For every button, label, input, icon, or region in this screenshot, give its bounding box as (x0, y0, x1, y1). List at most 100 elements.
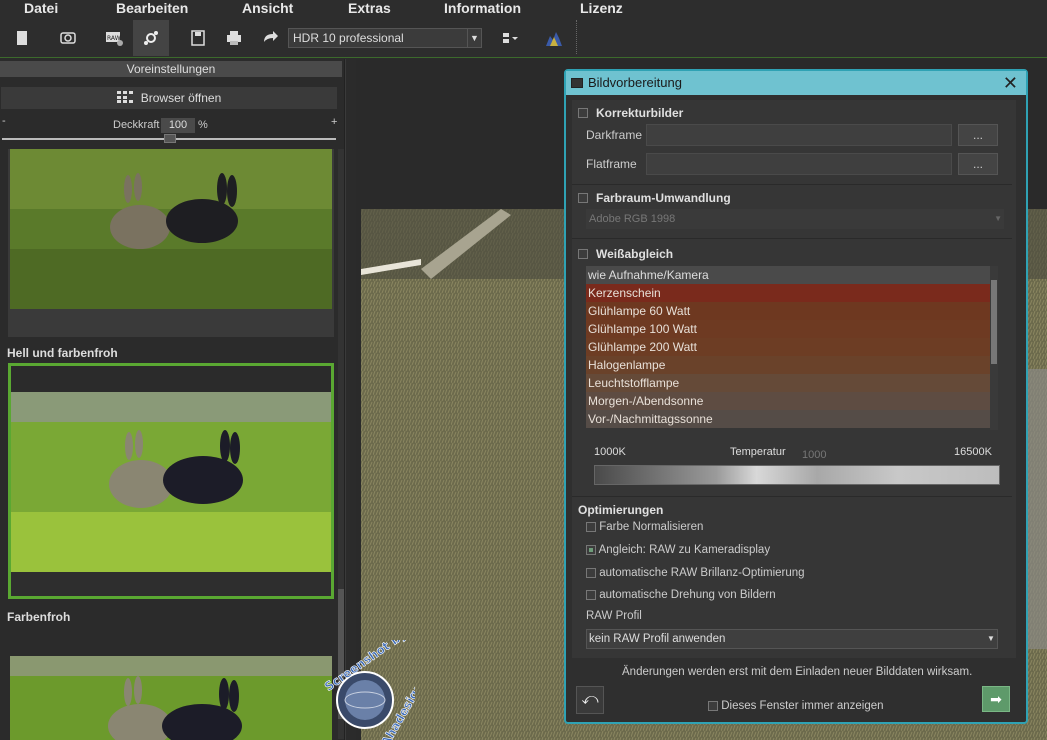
bracket-icon[interactable] (133, 20, 169, 56)
raw-profile-label: RAW Profil (586, 610, 642, 622)
option-label: automatische RAW Brillanz-Optimierung (599, 567, 805, 579)
divider (572, 496, 1012, 497)
chevron-down-icon: ▼ (467, 29, 481, 47)
flatframe-label: Flatframe (586, 157, 637, 171)
list-item[interactable]: Leuchtstofflampe (586, 374, 990, 392)
dialog-titlebar[interactable]: Bildvorbereitung ✕ (566, 71, 1026, 95)
darkframe-browse-button[interactable]: ... (958, 124, 998, 146)
colorspace-value: Adobe RGB 1998 (589, 213, 676, 225)
darkframe-label: Darkframe (586, 128, 643, 142)
flatframe-field[interactable] (646, 153, 952, 175)
option-brilliance[interactable]: automatische RAW Brillanz-Optimierung (586, 567, 805, 579)
new-file-icon[interactable] (4, 20, 40, 56)
thumb-band (11, 366, 331, 392)
layout-icon[interactable] (492, 20, 528, 56)
menu-extras[interactable]: Extras (348, 0, 391, 18)
raw-profile-value: kein RAW Profil anwenden (589, 633, 726, 645)
divider (572, 238, 1012, 239)
checkbox[interactable] (586, 567, 596, 578)
undo-button[interactable]: ⤺ (576, 686, 604, 714)
list-scrollbar[interactable] (990, 266, 998, 430)
dialog-title: Bildvorbereitung (588, 75, 682, 90)
toolbar: RAW HDR 10 professional ▼ (0, 18, 1047, 58)
temp-max-label: 16500K (954, 446, 992, 458)
opacity-slider-thumb[interactable] (164, 134, 176, 143)
raw-profile-select[interactable]: kein RAW Profil anwenden ▼ (586, 629, 998, 649)
preset-title: Hell und farbenfroh (7, 346, 118, 360)
apply-note: Änderungen werden erst mit dem Einladen … (622, 666, 973, 678)
preset-image (10, 149, 332, 309)
preset-image (10, 656, 332, 740)
menu-bearbeiten[interactable]: Bearbeiten (116, 0, 188, 18)
menu-ansicht[interactable]: Ansicht (242, 0, 293, 18)
always-show-option[interactable]: Dieses Fenster immer anzeigen (708, 700, 884, 712)
print-icon[interactable] (216, 20, 252, 56)
korrektur-title: Korrekturbilder (596, 106, 684, 120)
menu-lizenz[interactable]: Lizenz (580, 0, 623, 18)
scrollbar-thumb[interactable] (991, 280, 997, 364)
opacity-label: Deckkraft (113, 119, 160, 131)
option-label: automatische Drehung von Bildern (599, 589, 776, 601)
save-icon[interactable] (180, 20, 216, 56)
preset-thumbnail[interactable] (8, 149, 334, 337)
colorspace-select[interactable]: Adobe RGB 1998 ▼ (586, 209, 1004, 229)
arrow-right-icon: ➡ (990, 691, 1002, 707)
list-item[interactable]: Kerzenschein (586, 284, 990, 302)
undo-icon: ⤺ (581, 691, 599, 708)
presets-header: Voreinstellungen (0, 61, 342, 77)
checkbox-checked[interactable] (586, 544, 596, 555)
close-icon[interactable]: ✕ (1003, 73, 1018, 93)
weissabgleich-title: Weißabgleich (596, 247, 674, 261)
option-rotate[interactable]: automatische Drehung von Bildern (586, 589, 776, 601)
preset-title: Farbenfroh (7, 610, 71, 624)
histogram-icon[interactable] (536, 20, 572, 56)
divider (572, 184, 1012, 185)
raw-icon[interactable]: RAW (96, 20, 132, 56)
list-item[interactable]: Vor-/Nachmittagssonne (586, 410, 990, 428)
menu-information[interactable]: Information (444, 0, 521, 18)
preset-image (11, 392, 331, 572)
preset-thumbnail[interactable] (8, 626, 334, 740)
temp-value: 1000 (802, 449, 827, 461)
browser-open-label: Browser öffnen (140, 91, 222, 105)
chevron-down-icon: ▼ (994, 214, 1002, 223)
opacity-unit: % (198, 119, 208, 131)
list-item[interactable]: Halogenlampe (586, 356, 990, 374)
option-normalize[interactable]: Farbe Normalisieren (586, 521, 703, 533)
checkbox[interactable] (586, 589, 596, 600)
list-item[interactable]: Morgen-/Abendsonne (586, 392, 990, 410)
menu-datei[interactable]: Datei (24, 0, 58, 18)
browser-open-button[interactable]: Browser öffnen (1, 87, 337, 109)
list-item[interactable]: Glühlampe 200 Watt (586, 338, 990, 356)
preset-select[interactable]: HDR 10 professional ▼ (288, 28, 482, 48)
option-label: Farbe Normalisieren (599, 521, 704, 533)
presets-panel: Voreinstellungen Browser öffnen - Deckkr… (0, 59, 345, 740)
checkbox[interactable] (708, 700, 718, 711)
farbraum-checkbox[interactable] (578, 193, 588, 203)
opacity-value[interactable]: 100 (161, 118, 195, 133)
slider-min-label: - (2, 115, 6, 127)
window-icon (571, 78, 583, 88)
flatframe-browse-button[interactable]: ... (958, 153, 998, 175)
temp-min-label: 1000K (594, 446, 626, 458)
option-raw-display[interactable]: Angleich: RAW zu Kameradisplay (586, 544, 770, 556)
list-item[interactable]: Glühlampe 100 Watt (586, 320, 990, 338)
apply-button[interactable]: ➡ (982, 686, 1010, 712)
list-item[interactable]: wie Aufnahme/Kamera (586, 266, 990, 284)
whitebalance-list: wie Aufnahme/Kamera Kerzenschein Glühlam… (586, 266, 998, 430)
darkframe-field[interactable] (646, 124, 952, 146)
share-icon[interactable] (252, 20, 288, 56)
list-item[interactable]: Glühlampe 60 Watt (586, 302, 990, 320)
watermark-logo: Screenshot by Ahadesign.eu (322, 640, 415, 740)
temp-label: Temperatur (730, 446, 786, 458)
panel-divider[interactable] (345, 59, 356, 740)
camera-icon[interactable] (50, 20, 86, 56)
checkbox[interactable] (586, 521, 596, 532)
menu-bar: Datei Bearbeiten Ansicht Extras Informat… (0, 0, 1047, 18)
preset-thumbnail-selected[interactable] (8, 363, 334, 599)
grid-icon (116, 90, 133, 106)
temperature-slider[interactable] (594, 465, 1000, 485)
weissabgleich-checkbox[interactable] (578, 249, 588, 259)
korrektur-checkbox[interactable] (578, 108, 588, 118)
slider-max-label: + (331, 116, 338, 128)
